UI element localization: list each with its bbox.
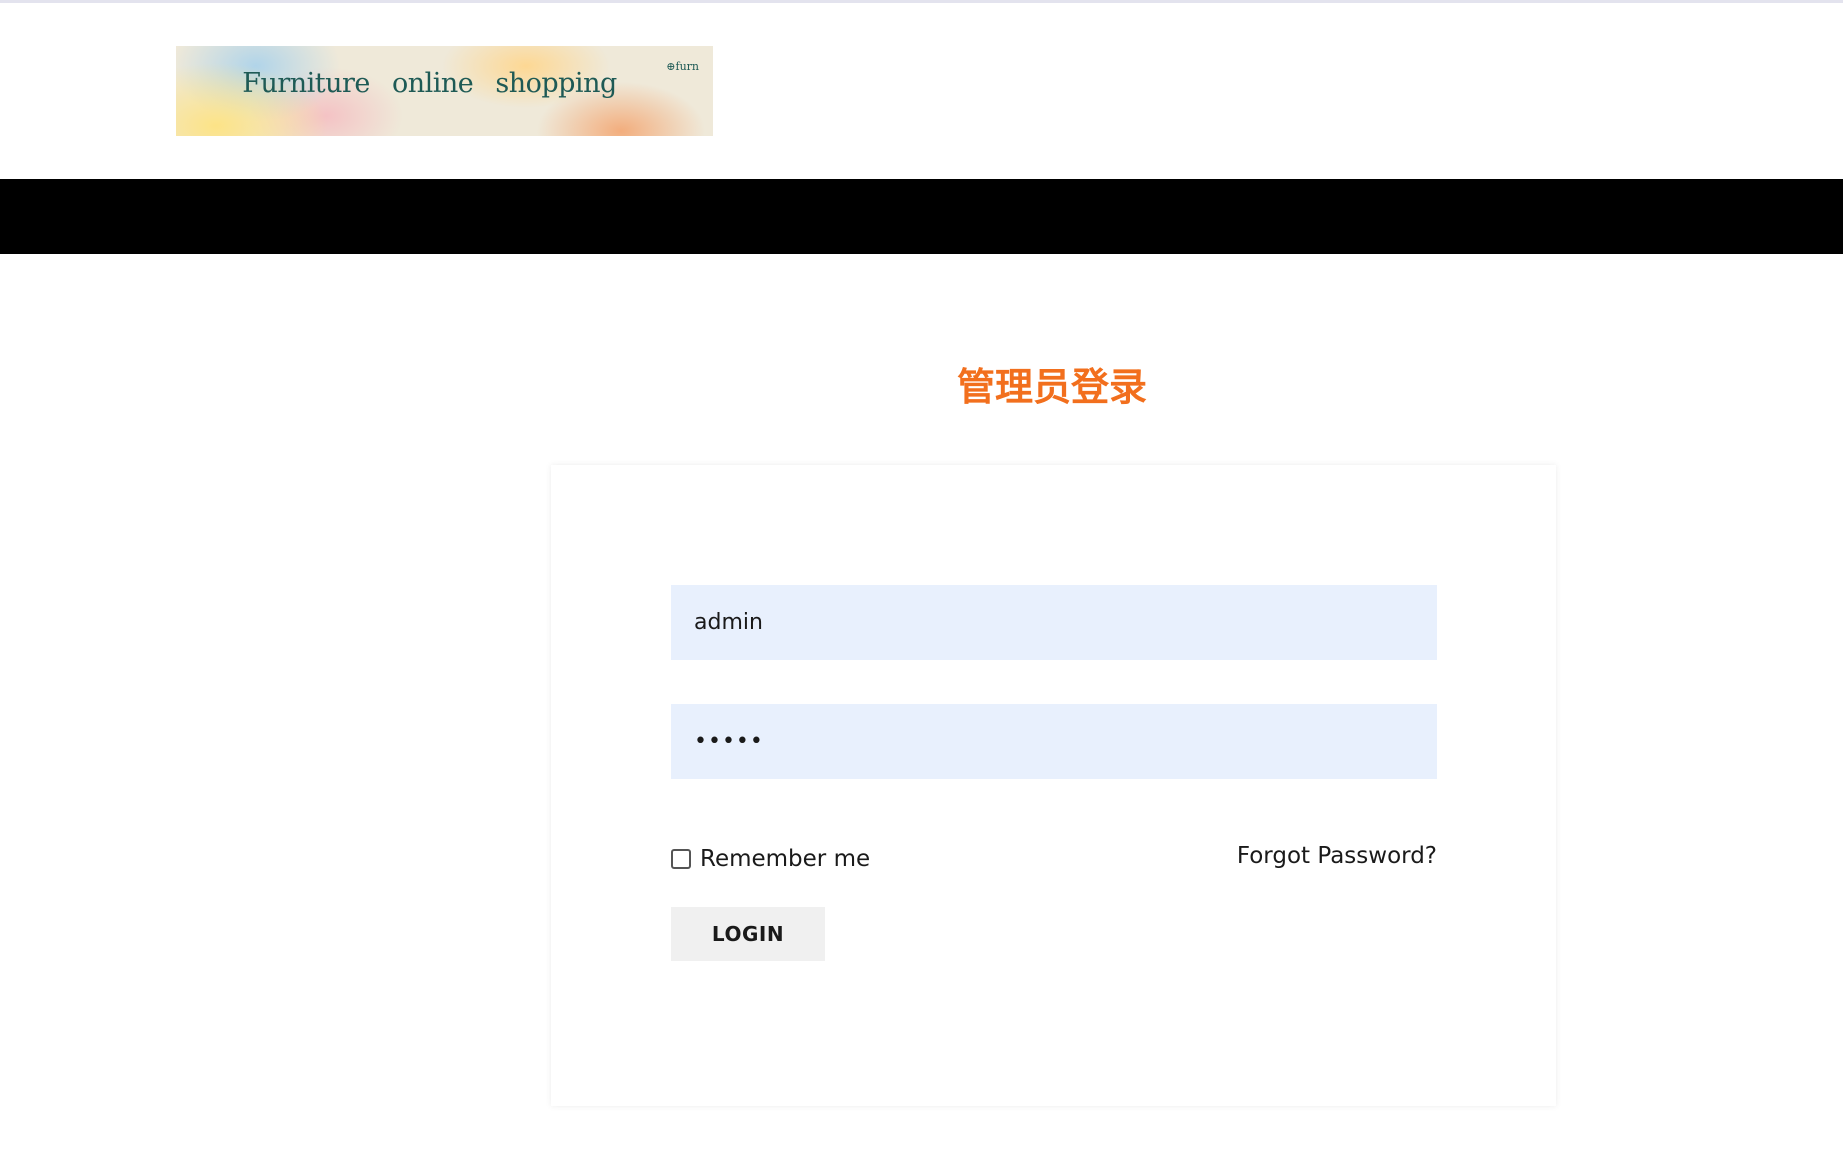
login-button[interactable]: LOGIN (671, 907, 825, 961)
forgot-password-link[interactable]: Forgot Password? (1237, 843, 1437, 869)
remember-me-checkbox[interactable] (671, 849, 691, 869)
navigation-bar (0, 179, 1843, 254)
login-card: Remember me Forgot Password? LOGIN (551, 465, 1556, 1106)
username-input[interactable] (671, 585, 1437, 660)
logo-brand-mark: ⊕furn (666, 60, 699, 73)
remember-me-label[interactable]: Remember me (700, 846, 870, 872)
site-logo-banner[interactable]: Furniture online shopping ⊕furn (176, 46, 713, 136)
logo-text: Furniture online shopping (242, 68, 617, 99)
password-input[interactable] (671, 704, 1437, 779)
top-border-line (0, 0, 1843, 3)
remember-me-control[interactable]: Remember me (671, 846, 870, 872)
page-title: 管理员登录 (956, 365, 1147, 409)
